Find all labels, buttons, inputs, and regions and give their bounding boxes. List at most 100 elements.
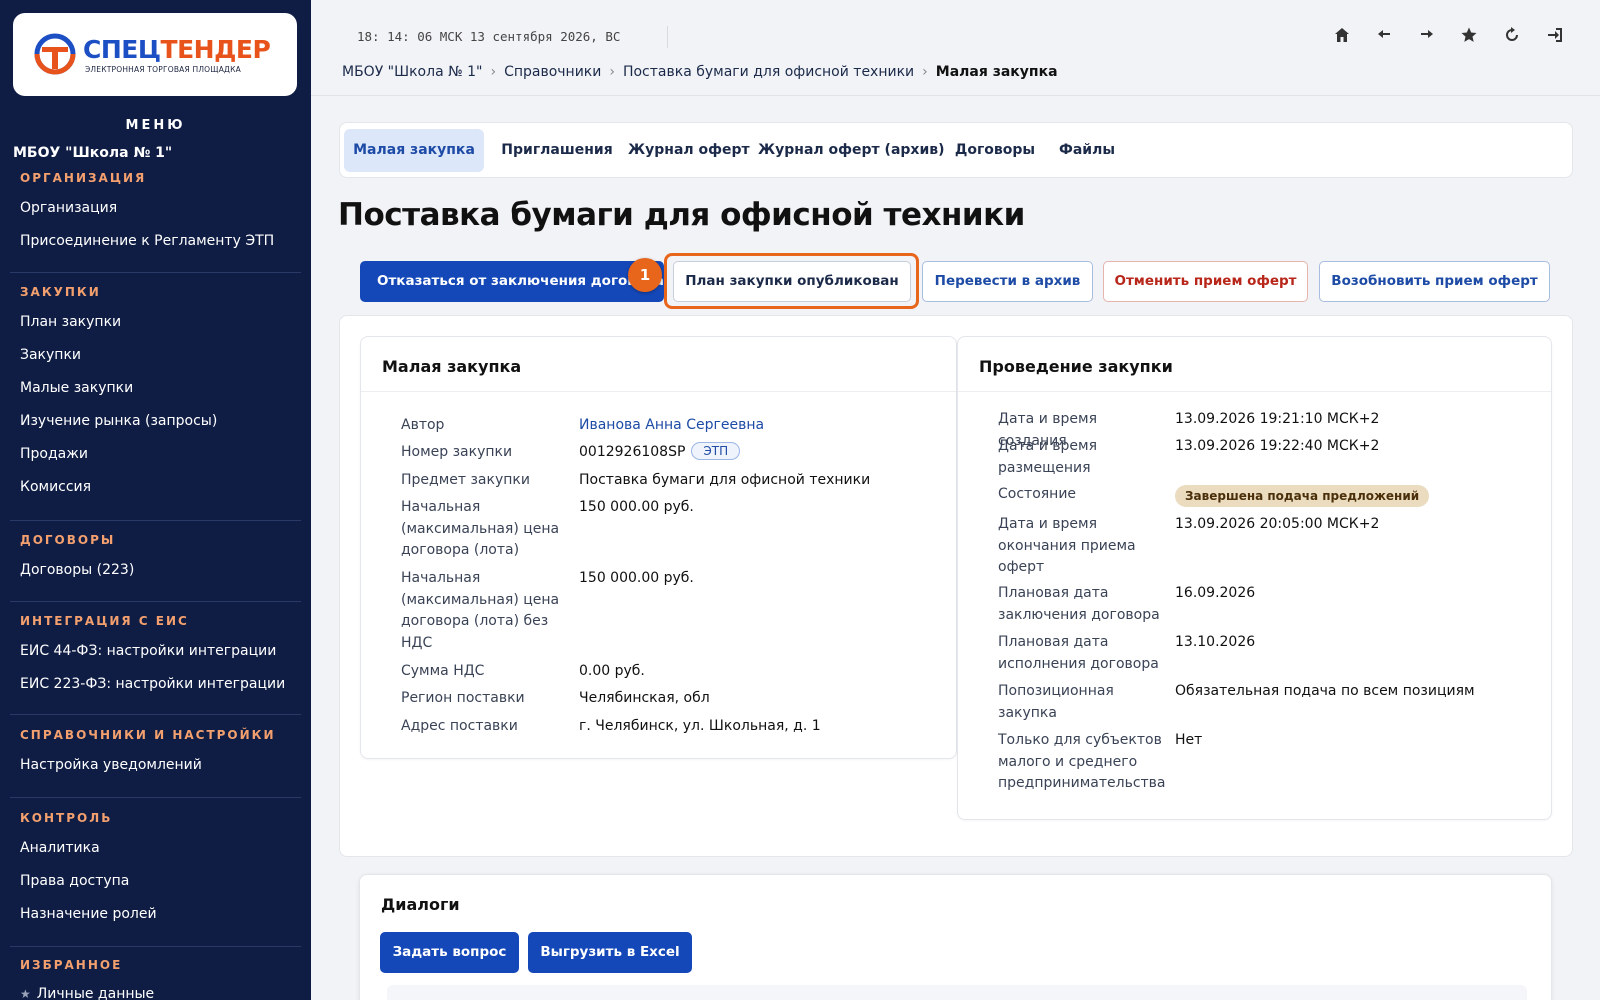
content-panel: Малая закупка Автор Иванова Анна Сергеев… bbox=[339, 315, 1573, 857]
section-title-organization: ОРГАНИЗАЦИЯ bbox=[20, 171, 147, 185]
field-value: г. Челябинск, ул. Школьная, д. 1 bbox=[579, 718, 821, 734]
organization-name: МБОУ "Школа № 1" bbox=[13, 145, 173, 161]
sidebar-item-purchase-plan[interactable]: План закупки bbox=[20, 314, 121, 330]
logo[interactable]: СПЕЦТЕНДЕР ЭЛЕКТРОННАЯ ТОРГОВАЯ ПЛОЩАДКА bbox=[13, 13, 297, 96]
tab-offers-archive[interactable]: Журнал оферт (архив) bbox=[758, 129, 945, 172]
sidebar-item-notifications[interactable]: Настройка уведомлений bbox=[20, 757, 202, 773]
section-title-control: КОНТРОЛЬ bbox=[20, 811, 113, 825]
card-title: Малая закупка bbox=[382, 357, 522, 376]
field-value: Нет bbox=[1175, 732, 1203, 748]
field-value: 150 000.00 руб. bbox=[579, 570, 694, 586]
card-divider bbox=[958, 391, 1551, 392]
sidebar-item-commission[interactable]: Комиссия bbox=[20, 479, 91, 495]
dialogs-title: Диалоги bbox=[381, 895, 460, 914]
field-label: Регион поставки bbox=[401, 690, 525, 706]
tab-offers-journal[interactable]: Журнал оферт bbox=[628, 129, 750, 172]
breadcrumb-item-purchase[interactable]: Поставка бумаги для офисной техники bbox=[623, 64, 914, 80]
card-divider bbox=[361, 391, 956, 392]
refresh-icon[interactable] bbox=[1501, 26, 1523, 48]
cancel-offers-button[interactable]: Отменить прием оферт bbox=[1103, 261, 1308, 302]
tab-contracts[interactable]: Договоры bbox=[948, 129, 1042, 172]
field-value: 13.09.2026 19:22:40 МСК+2 bbox=[1175, 438, 1380, 454]
sidebar-divider bbox=[10, 797, 301, 798]
field-label: Плановая дата заключения договора bbox=[998, 585, 1160, 623]
field-label: Только для субъектов малого и среднего п… bbox=[998, 732, 1166, 791]
breadcrumb-item-references[interactable]: Справочники bbox=[504, 64, 601, 80]
field-value: Поставка бумаги для офисной техники bbox=[579, 472, 871, 488]
field-label: Предмет закупки bbox=[401, 472, 530, 488]
section-title-settings: СПРАВОЧНИКИ И НАСТРОЙКИ bbox=[20, 728, 276, 742]
field-label: Попозиционная закупка bbox=[998, 683, 1114, 721]
forward-arrow-icon[interactable] bbox=[1416, 26, 1438, 48]
sidebar-item-regulation[interactable]: Присоединение к Регламенту ЭТП bbox=[20, 233, 274, 249]
field-label: Сумма НДС bbox=[401, 663, 485, 679]
refuse-contract-button[interactable]: Отказаться от заключения договора bbox=[360, 261, 664, 302]
sidebar-item-personal-data[interactable]: ★ Личные данные bbox=[20, 986, 154, 1000]
star-icon[interactable] bbox=[1458, 26, 1480, 48]
move-to-archive-button[interactable]: Перевести в архив bbox=[922, 261, 1093, 302]
sidebar-divider bbox=[10, 601, 301, 602]
menu-title: МЕНЮ bbox=[125, 118, 186, 133]
card-title: Проведение закупки bbox=[979, 357, 1173, 376]
field-label: Номер закупки bbox=[401, 444, 513, 460]
sidebar-item-small-purchases[interactable]: Малые закупки bbox=[20, 380, 133, 396]
ask-question-button[interactable]: Задать вопрос bbox=[380, 932, 519, 973]
field-value: 0.00 руб. bbox=[579, 663, 645, 679]
breadcrumb-item-current: Малая закупка bbox=[935, 64, 1058, 80]
clock-divider bbox=[667, 26, 668, 48]
section-title-purchases: ЗАКУПКИ bbox=[20, 285, 101, 299]
field-label: Состояние bbox=[998, 486, 1077, 502]
logo-text: СПЕЦТЕНДЕР bbox=[83, 35, 271, 64]
tab-files[interactable]: Файлы bbox=[1052, 129, 1122, 172]
breadcrumb: МБОУ "Школа № 1" › Справочники › Поставка бу… bbox=[342, 64, 1058, 80]
sidebar-divider bbox=[10, 714, 301, 715]
step-highlight bbox=[664, 253, 919, 309]
home-icon[interactable] bbox=[1331, 26, 1353, 48]
field-value: 16.09.2026 bbox=[1175, 585, 1256, 601]
sidebar-item-label: Личные данные bbox=[36, 986, 155, 1000]
logo-subtitle: ЭЛЕКТРОННАЯ ТОРГОВАЯ ПЛОЩАДКА bbox=[85, 65, 241, 74]
author-link[interactable]: Иванова Анна Сергеевна bbox=[579, 415, 764, 437]
sidebar: СПЕЦТЕНДЕР ЭЛЕКТРОННАЯ ТОРГОВАЯ ПЛОЩАДКА… bbox=[0, 0, 311, 1000]
section-title-favorites: ИЗБРАННОЕ bbox=[20, 958, 123, 972]
conduct-card: Проведение закупки Дата и время создания… bbox=[957, 336, 1552, 820]
field-value: 150 000.00 руб. bbox=[579, 499, 694, 515]
sidebar-item-contracts-223[interactable]: Договоры (223) bbox=[20, 562, 134, 578]
sidebar-divider bbox=[10, 946, 301, 947]
field-label: Начальная (максимальная) цена договора (… bbox=[401, 499, 560, 558]
breadcrumb-separator: › bbox=[609, 64, 615, 80]
resume-offers-button[interactable]: Возобновить прием оферт bbox=[1319, 261, 1550, 302]
dialogs-panel: Диалоги Задать вопрос Выгрузить в Excel bbox=[359, 874, 1552, 1000]
sidebar-item-role-assignment[interactable]: Назначение ролей bbox=[20, 906, 157, 922]
sidebar-divider bbox=[10, 520, 301, 521]
field-value: Челябинская, обл bbox=[579, 690, 710, 706]
page-title: Поставка бумаги для офисной техники bbox=[338, 197, 1025, 233]
logo-mark-icon bbox=[34, 33, 76, 75]
header-divider bbox=[311, 95, 1600, 96]
sidebar-item-sales[interactable]: Продажи bbox=[20, 446, 88, 462]
tabs-bar: Малая закупка Приглашения Журнал оферт Ж… bbox=[339, 122, 1573, 178]
breadcrumb-separator: › bbox=[490, 64, 497, 80]
small-purchase-card: Малая закупка Автор Иванова Анна Сергеев… bbox=[360, 336, 957, 759]
purchase-number: 0012926108SP ЭТП bbox=[579, 442, 741, 464]
star-icon: ★ bbox=[20, 987, 31, 1000]
back-arrow-icon[interactable] bbox=[1373, 26, 1395, 48]
sidebar-item-market-research[interactable]: Изучение рынка (запросы) bbox=[20, 413, 217, 429]
breadcrumb-item-organization[interactable]: МБОУ "Школа № 1" bbox=[342, 64, 482, 80]
tab-invitations[interactable]: Приглашения bbox=[496, 129, 618, 172]
status-badge: Завершена подача предложений bbox=[1175, 485, 1430, 507]
field-label: Дата и время окончания приема оферт bbox=[998, 516, 1136, 575]
sidebar-item-organization[interactable]: Организация bbox=[20, 200, 117, 216]
logout-icon[interactable] bbox=[1544, 26, 1566, 48]
tab-small-purchase[interactable]: Малая закупка bbox=[344, 129, 484, 172]
sidebar-item-eis-44[interactable]: ЕИС 44-ФЗ: настройки интеграции bbox=[20, 643, 276, 659]
field-value: Обязательная подача по всем позициям bbox=[1175, 683, 1475, 699]
etp-tag: ЭТП bbox=[691, 442, 741, 460]
sidebar-item-purchases[interactable]: Закупки bbox=[20, 347, 81, 363]
export-excel-button[interactable]: Выгрузить в Excel bbox=[528, 932, 692, 973]
sidebar-item-access-rights[interactable]: Права доступа bbox=[20, 873, 129, 889]
purchase-number-value: 0012926108SP bbox=[579, 444, 686, 460]
dialogs-list bbox=[387, 985, 1527, 1000]
sidebar-item-analytics[interactable]: Аналитика bbox=[20, 840, 100, 856]
sidebar-item-eis-223[interactable]: ЕИС 223-ФЗ: настройки интеграции bbox=[20, 676, 285, 692]
